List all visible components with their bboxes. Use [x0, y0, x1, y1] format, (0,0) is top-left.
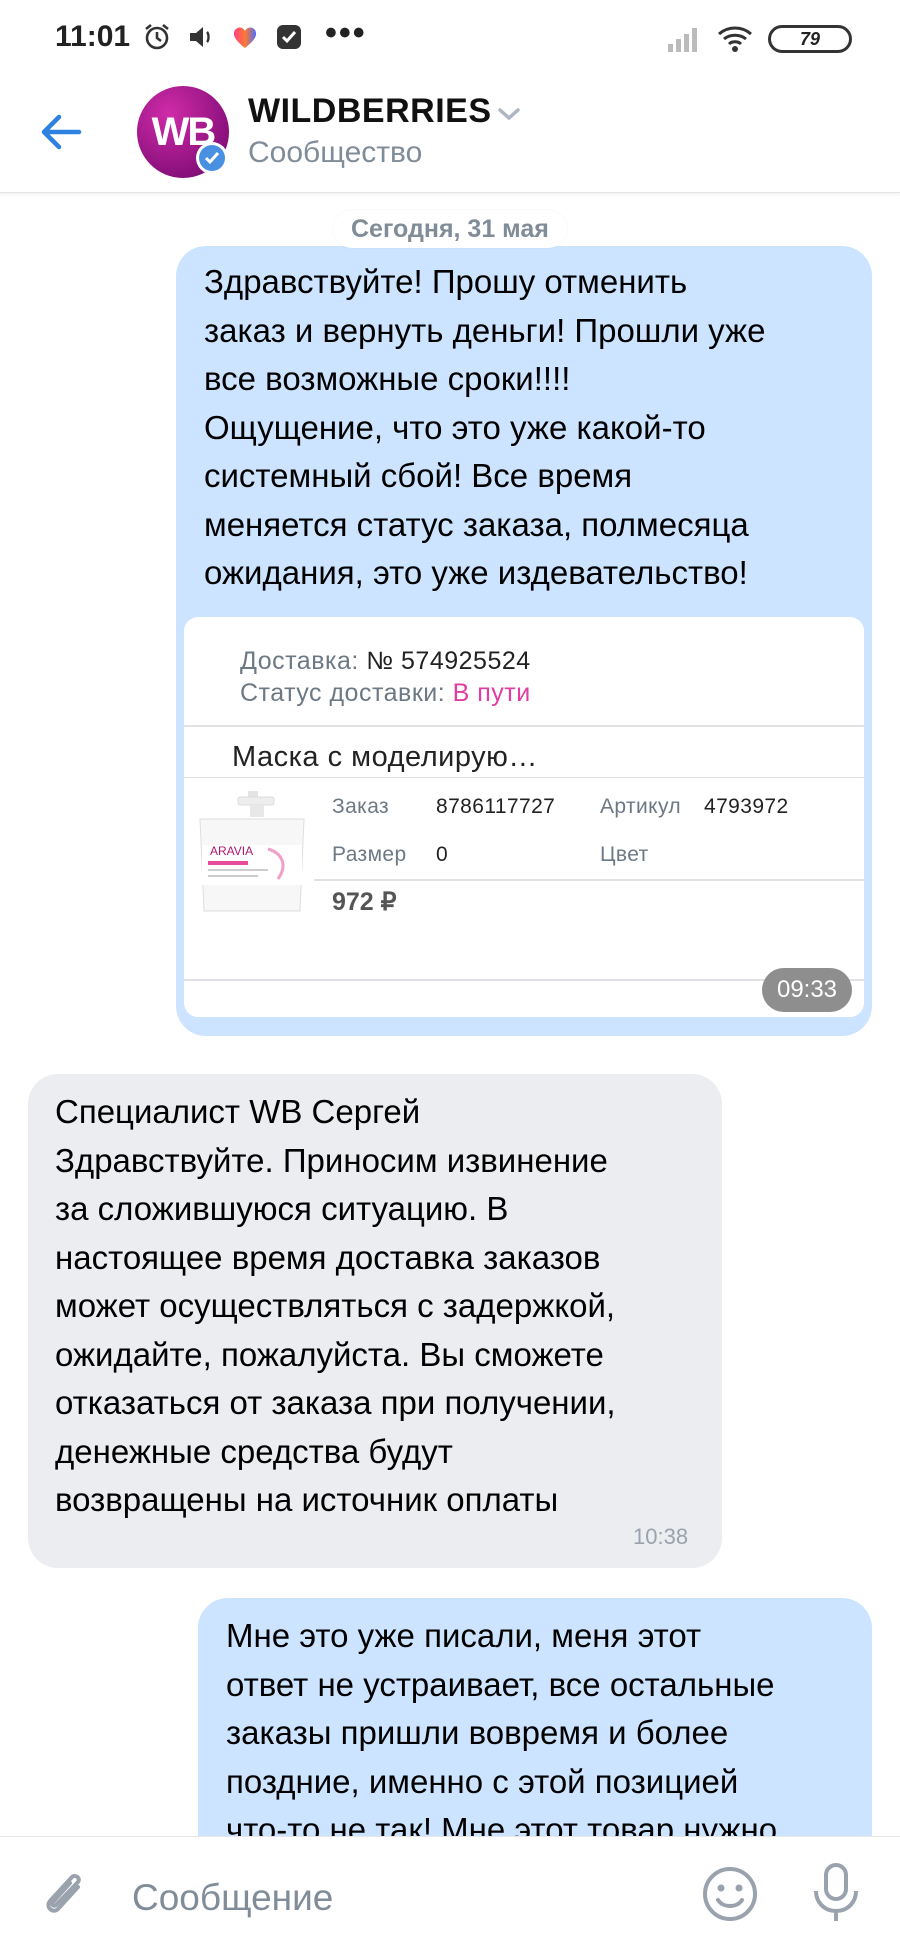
outgoing-message[interactable]: Мне это уже писали, меня этот ответ не у…: [198, 1598, 872, 1836]
back-button[interactable]: [35, 104, 91, 160]
heart-icon: [233, 27, 257, 48]
signal-icon: [668, 28, 697, 52]
more-notifications: •••: [325, 14, 367, 52]
message-time: 09:33: [762, 968, 852, 1012]
size-value: 0: [436, 843, 449, 866]
message-list[interactable]: Здравствуйте! Прошу отменить заказ и вер…: [0, 196, 900, 1836]
price: 972 ₽: [332, 888, 397, 916]
chat-title[interactable]: WILDBERRIES: [248, 92, 492, 131]
volume-icon: [190, 27, 210, 47]
outgoing-message[interactable]: Здравствуйте! Прошу отменить заказ и вер…: [176, 246, 872, 1036]
incoming-message[interactable]: Специалист WB Сергей Здравствуйте. Прино…: [28, 1074, 722, 1568]
wifi-icon: [718, 26, 752, 52]
arrow-left-icon: [41, 114, 82, 150]
status-value: В пути: [452, 679, 531, 707]
chevron-down-icon[interactable]: [496, 106, 522, 122]
color-label: Цвет: [600, 843, 649, 866]
divider: [184, 725, 864, 727]
delivery-label: Доставка:: [240, 647, 359, 675]
article-label: Артикул: [600, 795, 682, 818]
status-label: Статус доставки:: [240, 679, 446, 707]
size-label: Размер: [332, 843, 407, 866]
divider: [184, 979, 864, 981]
divider: [314, 879, 864, 881]
order-label: Заказ: [332, 795, 390, 818]
verified-badge-icon: [196, 142, 228, 174]
message-time: 10:38: [633, 1524, 689, 1549]
delivery-value: № 574925524: [366, 647, 531, 675]
product-image[interactable]: ARAVIA: [188, 789, 314, 917]
notification-icon: [277, 25, 301, 49]
svg-text:ARAVIA: ARAVIA: [210, 844, 253, 858]
order-card[interactable]: Доставка: № 574925524 Статус доставки: В…: [184, 617, 864, 1017]
delivery-status: Статус доставки: В пути: [240, 679, 531, 708]
battery-icon: 79: [768, 25, 852, 53]
chat-header: WB WILDBERRIES Сообщество: [0, 80, 900, 193]
message-input[interactable]: Сообщение: [132, 1877, 333, 1919]
message-composer: Сообщение: [0, 1836, 900, 1951]
microphone-icon[interactable]: [810, 1861, 862, 1925]
chat-subtitle: Сообщество: [248, 136, 423, 169]
status-bar: 11:01 ••• 79: [0, 0, 900, 80]
divider: [184, 777, 864, 778]
article-value: 4793972: [704, 795, 789, 818]
alarm-icon: [145, 23, 169, 50]
message-text: Мне это уже писали, меня этот ответ не у…: [226, 1617, 778, 1836]
order-value: 8786117727: [436, 795, 556, 818]
status-time: 11:01: [55, 20, 131, 53]
paperclip-icon[interactable]: [38, 1865, 94, 1925]
date-separator: Сегодня, 31 мая: [333, 210, 567, 248]
product-name[interactable]: Маска с моделирую…: [232, 741, 538, 774]
emoji-icon[interactable]: [700, 1864, 760, 1924]
message-text: Здравствуйте! Прошу отменить заказ и вер…: [204, 263, 766, 591]
delivery-number: Доставка: № 574925524: [240, 647, 531, 676]
message-text: Специалист WB Сергей Здравствуйте. Прино…: [55, 1093, 616, 1518]
